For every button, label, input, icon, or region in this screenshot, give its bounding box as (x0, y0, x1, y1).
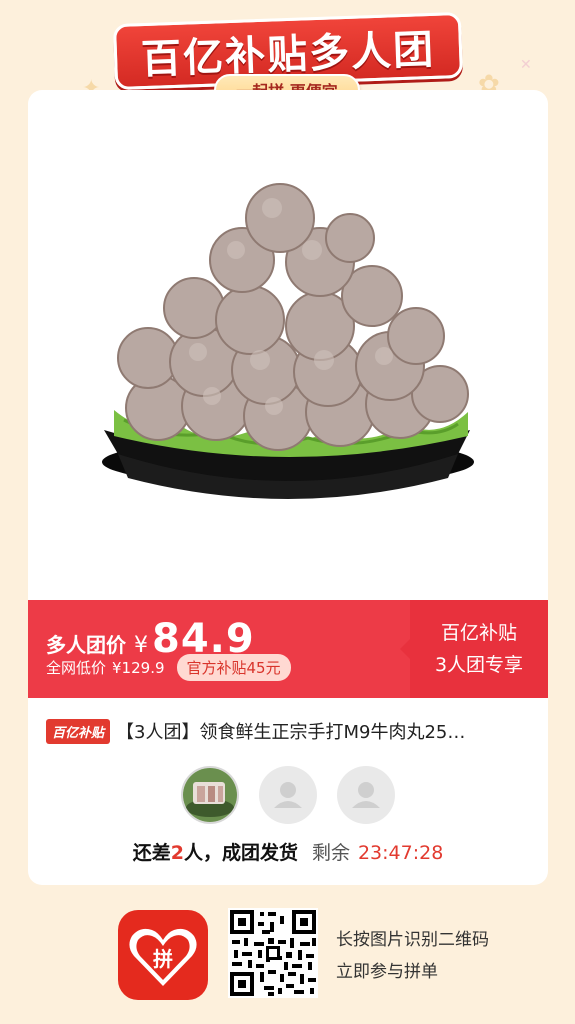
product-title[interactable]: 【3人团】领食鲜生正宗手打M9牛肉丸25… (116, 718, 536, 744)
qr-instruction-line-1: 长按图片识别二维码 (336, 930, 489, 950)
promo-line-1: 百亿补贴 (440, 622, 517, 644)
avatar (181, 766, 239, 824)
original-price: ¥129.9 (112, 658, 165, 677)
promo-line-2: 3人团专享 (434, 654, 524, 676)
price-bar: 多人团价 ¥ 84.9 全网低价 ¥129.9 官方补贴45元 百亿补贴 3人团… (28, 600, 548, 698)
promo-box: 百亿补贴 3人团专享 (400, 600, 548, 698)
need-count: 2 (170, 842, 184, 864)
qr-instruction-line-2: 立即参与拼单 (336, 962, 438, 982)
product-title-row[interactable]: 百亿补贴 【3人团】领食鲜生正宗手打M9牛肉丸25… (46, 718, 536, 744)
pinduoduo-logo-icon: 拼 (118, 910, 208, 1000)
product-image (102, 183, 474, 499)
qr-instructions: 长按图片识别二维码 立即参与拼单 (336, 924, 489, 988)
group-avatars (181, 766, 415, 824)
remain-label: 剩余 (311, 842, 350, 864)
subsidy-tag: 官方补贴45元 (176, 654, 291, 681)
need-prefix: 还差 (132, 842, 171, 864)
qr-code[interactable] (228, 908, 318, 998)
product-card[interactable]: 多人团价 ¥ 84.9 全网低价 ¥129.9 官方补贴45元 百亿补贴 3人团… (28, 90, 548, 885)
empty-avatar (337, 766, 395, 824)
countdown-timer: 23:47:28 (357, 842, 444, 864)
sparkle-icon: ✕ (520, 57, 532, 73)
subsidy-badge: 百亿补贴 (46, 718, 111, 744)
need-suffix: 人，成团发货 (183, 842, 298, 864)
logo-text: 拼 (153, 947, 173, 971)
group-status: 还差 2 人，成团发货 剩余 23:47:28 (28, 838, 548, 865)
empty-avatar (259, 766, 317, 824)
original-price-label: 全网低价 (46, 659, 107, 677)
